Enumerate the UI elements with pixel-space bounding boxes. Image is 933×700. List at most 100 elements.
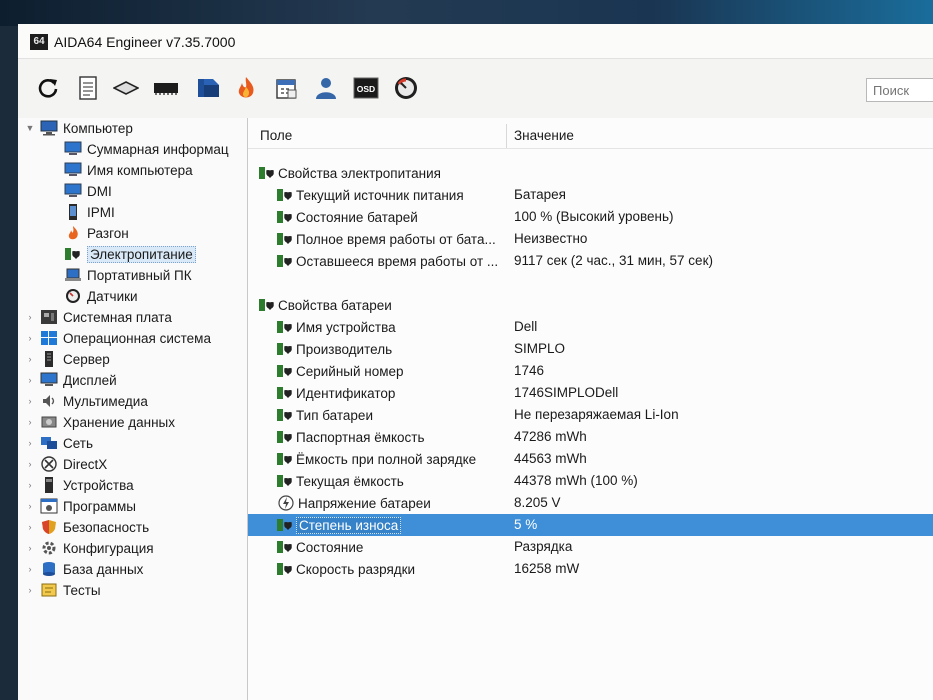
chevron-right-icon[interactable]: › (24, 375, 36, 385)
power-icon (258, 297, 276, 313)
chevron-right-icon[interactable]: › (24, 333, 36, 343)
chevron-right-icon[interactable]: › (24, 480, 36, 490)
table-row[interactable]: Идентификатор 1746SIMPLODell (248, 382, 933, 404)
tree-label: Мультимедиа (63, 393, 148, 409)
power-icon (276, 407, 294, 423)
group-header-power[interactable]: Свойства электропитания (248, 162, 933, 184)
table-row[interactable]: Состояние Разрядка (248, 536, 933, 558)
windows-icon (40, 330, 58, 346)
tree-label: IPMI (87, 204, 115, 220)
tree-label: Тесты (63, 582, 101, 598)
xbox-icon (40, 456, 58, 472)
tree-item-network[interactable]: › Сеть (24, 433, 94, 453)
chevron-right-icon[interactable]: › (24, 522, 36, 532)
report-button[interactable] (74, 74, 102, 102)
table-row[interactable]: Паспортная ёмкость 47286 mWh (248, 426, 933, 448)
chevron-right-icon[interactable]: › (24, 459, 36, 469)
tree-item-database[interactable]: › База данных (24, 559, 144, 579)
table-row[interactable]: Имя устройства Dell (248, 316, 933, 338)
column-header-field[interactable]: Поле (260, 124, 292, 148)
tree-item-motherboard[interactable]: › Системная плата (24, 307, 172, 327)
column-divider[interactable] (506, 124, 507, 148)
table-row[interactable]: Состояние батарей 100 % (Высокий уровень… (248, 206, 933, 228)
osd-button[interactable]: OSD (352, 74, 380, 102)
flame-button[interactable] (232, 74, 260, 102)
chevron-right-icon[interactable]: › (24, 564, 36, 574)
table-row[interactable]: Напряжение батареи 8.205 V (248, 492, 933, 514)
refresh-button[interactable] (34, 74, 62, 102)
tree-item-devices[interactable]: › Устройства (24, 475, 134, 495)
database-icon (40, 561, 58, 577)
chevron-right-icon[interactable]: › (24, 543, 36, 553)
tree-label: Портативный ПК (87, 267, 192, 283)
tree-item-sensors[interactable]: Датчики (64, 286, 138, 306)
calendar-button[interactable] (272, 74, 300, 102)
tree-item-dmi[interactable]: DMI (64, 181, 112, 201)
motherboard-icon (40, 309, 58, 325)
details-panel: Поле Значение Свойства электропитания Те… (248, 118, 933, 700)
motherboard-button[interactable] (112, 74, 140, 102)
tree-item-summary[interactable]: Суммарная информац (64, 139, 229, 159)
network-button[interactable] (194, 74, 222, 102)
column-header-value[interactable]: Значение (514, 124, 574, 148)
chevron-right-icon[interactable]: › (24, 585, 36, 595)
tree-label: Устройства (63, 477, 134, 493)
app-logo-icon: 64 (30, 34, 48, 50)
power-icon (276, 363, 294, 379)
phone-icon (64, 204, 82, 220)
tree-item-programs[interactable]: › Программы (24, 496, 136, 516)
chevron-down-icon[interactable]: ▼ (24, 123, 36, 133)
tree-item-server[interactable]: › Сервер (24, 349, 110, 369)
table-row[interactable]: Тип батареи Не перезаряжаемая Li-Ion (248, 404, 933, 426)
tree-label: Сеть (63, 435, 94, 451)
memory-button[interactable] (152, 74, 180, 102)
tree-item-tests[interactable]: › Тесты (24, 580, 101, 600)
tree-item-computer-name[interactable]: Имя компьютера (64, 160, 193, 180)
tree-item-computer[interactable]: ▼ Компьютер (24, 118, 133, 138)
power-icon (276, 451, 294, 467)
tree-item-overclock[interactable]: Разгон (64, 223, 129, 243)
power-icon (276, 209, 294, 225)
chevron-right-icon[interactable]: › (24, 501, 36, 511)
table-row[interactable]: Производитель SIMPLO (248, 338, 933, 360)
power-icon (258, 165, 276, 181)
tree-item-config[interactable]: › Конфигурация (24, 538, 154, 558)
tree-item-multimedia[interactable]: › Мультимедиа (24, 391, 148, 411)
tree-item-directx[interactable]: › DirectX (24, 454, 107, 474)
chevron-right-icon[interactable]: › (24, 312, 36, 322)
tree-item-laptop[interactable]: Портативный ПК (64, 265, 192, 285)
table-row[interactable]: Оставшееся время работы от ... 9117 сек … (248, 250, 933, 272)
table-row[interactable]: Ёмкость при полной зарядке 44563 mWh (248, 448, 933, 470)
search-input[interactable] (866, 78, 933, 102)
tree-label: Конфигурация (63, 540, 154, 556)
tree-label: Разгон (87, 225, 129, 241)
table-row[interactable]: Текущий источник питания Батарея (248, 184, 933, 206)
tree-label: Датчики (87, 288, 138, 304)
tree-item-power[interactable]: Электропитание (64, 244, 196, 264)
table-row[interactable]: Скорость разрядки 16258 mW (248, 558, 933, 580)
table-row[interactable]: Серийный номер 1746 (248, 360, 933, 382)
gauge-button[interactable] (392, 74, 420, 102)
table-row[interactable]: Текущая ёмкость 44378 mWh (100 %) (248, 470, 933, 492)
monitor-icon (64, 162, 82, 178)
chevron-right-icon[interactable]: › (24, 417, 36, 427)
tree-item-storage[interactable]: › Хранение данных (24, 412, 176, 432)
tree-item-os[interactable]: › Операционная система (24, 328, 211, 348)
user-button[interactable] (312, 74, 340, 102)
power-icon (276, 319, 294, 335)
chevron-right-icon[interactable]: › (24, 438, 36, 448)
table-row[interactable]: Полное время работы от бата... Неизвестн… (248, 228, 933, 250)
monitor-icon (64, 183, 82, 199)
group-header-battery[interactable]: Свойства батареи (248, 294, 933, 316)
navigation-tree: ▼ Компьютер Суммарная информац Имя компь… (18, 118, 248, 700)
tree-item-ipmi[interactable]: IPMI (64, 202, 115, 222)
devices-icon (40, 477, 58, 493)
gauge-icon (395, 77, 417, 99)
tree-item-display[interactable]: › Дисплей (24, 370, 117, 390)
tree-label: Сервер (63, 351, 110, 367)
chevron-right-icon[interactable]: › (24, 396, 36, 406)
chevron-right-icon[interactable]: › (24, 354, 36, 364)
tree-item-security[interactable]: › Безопасность (24, 517, 150, 537)
table-row-selected[interactable]: Степень износа 5 % (248, 514, 933, 536)
tree-label: DMI (87, 183, 112, 199)
